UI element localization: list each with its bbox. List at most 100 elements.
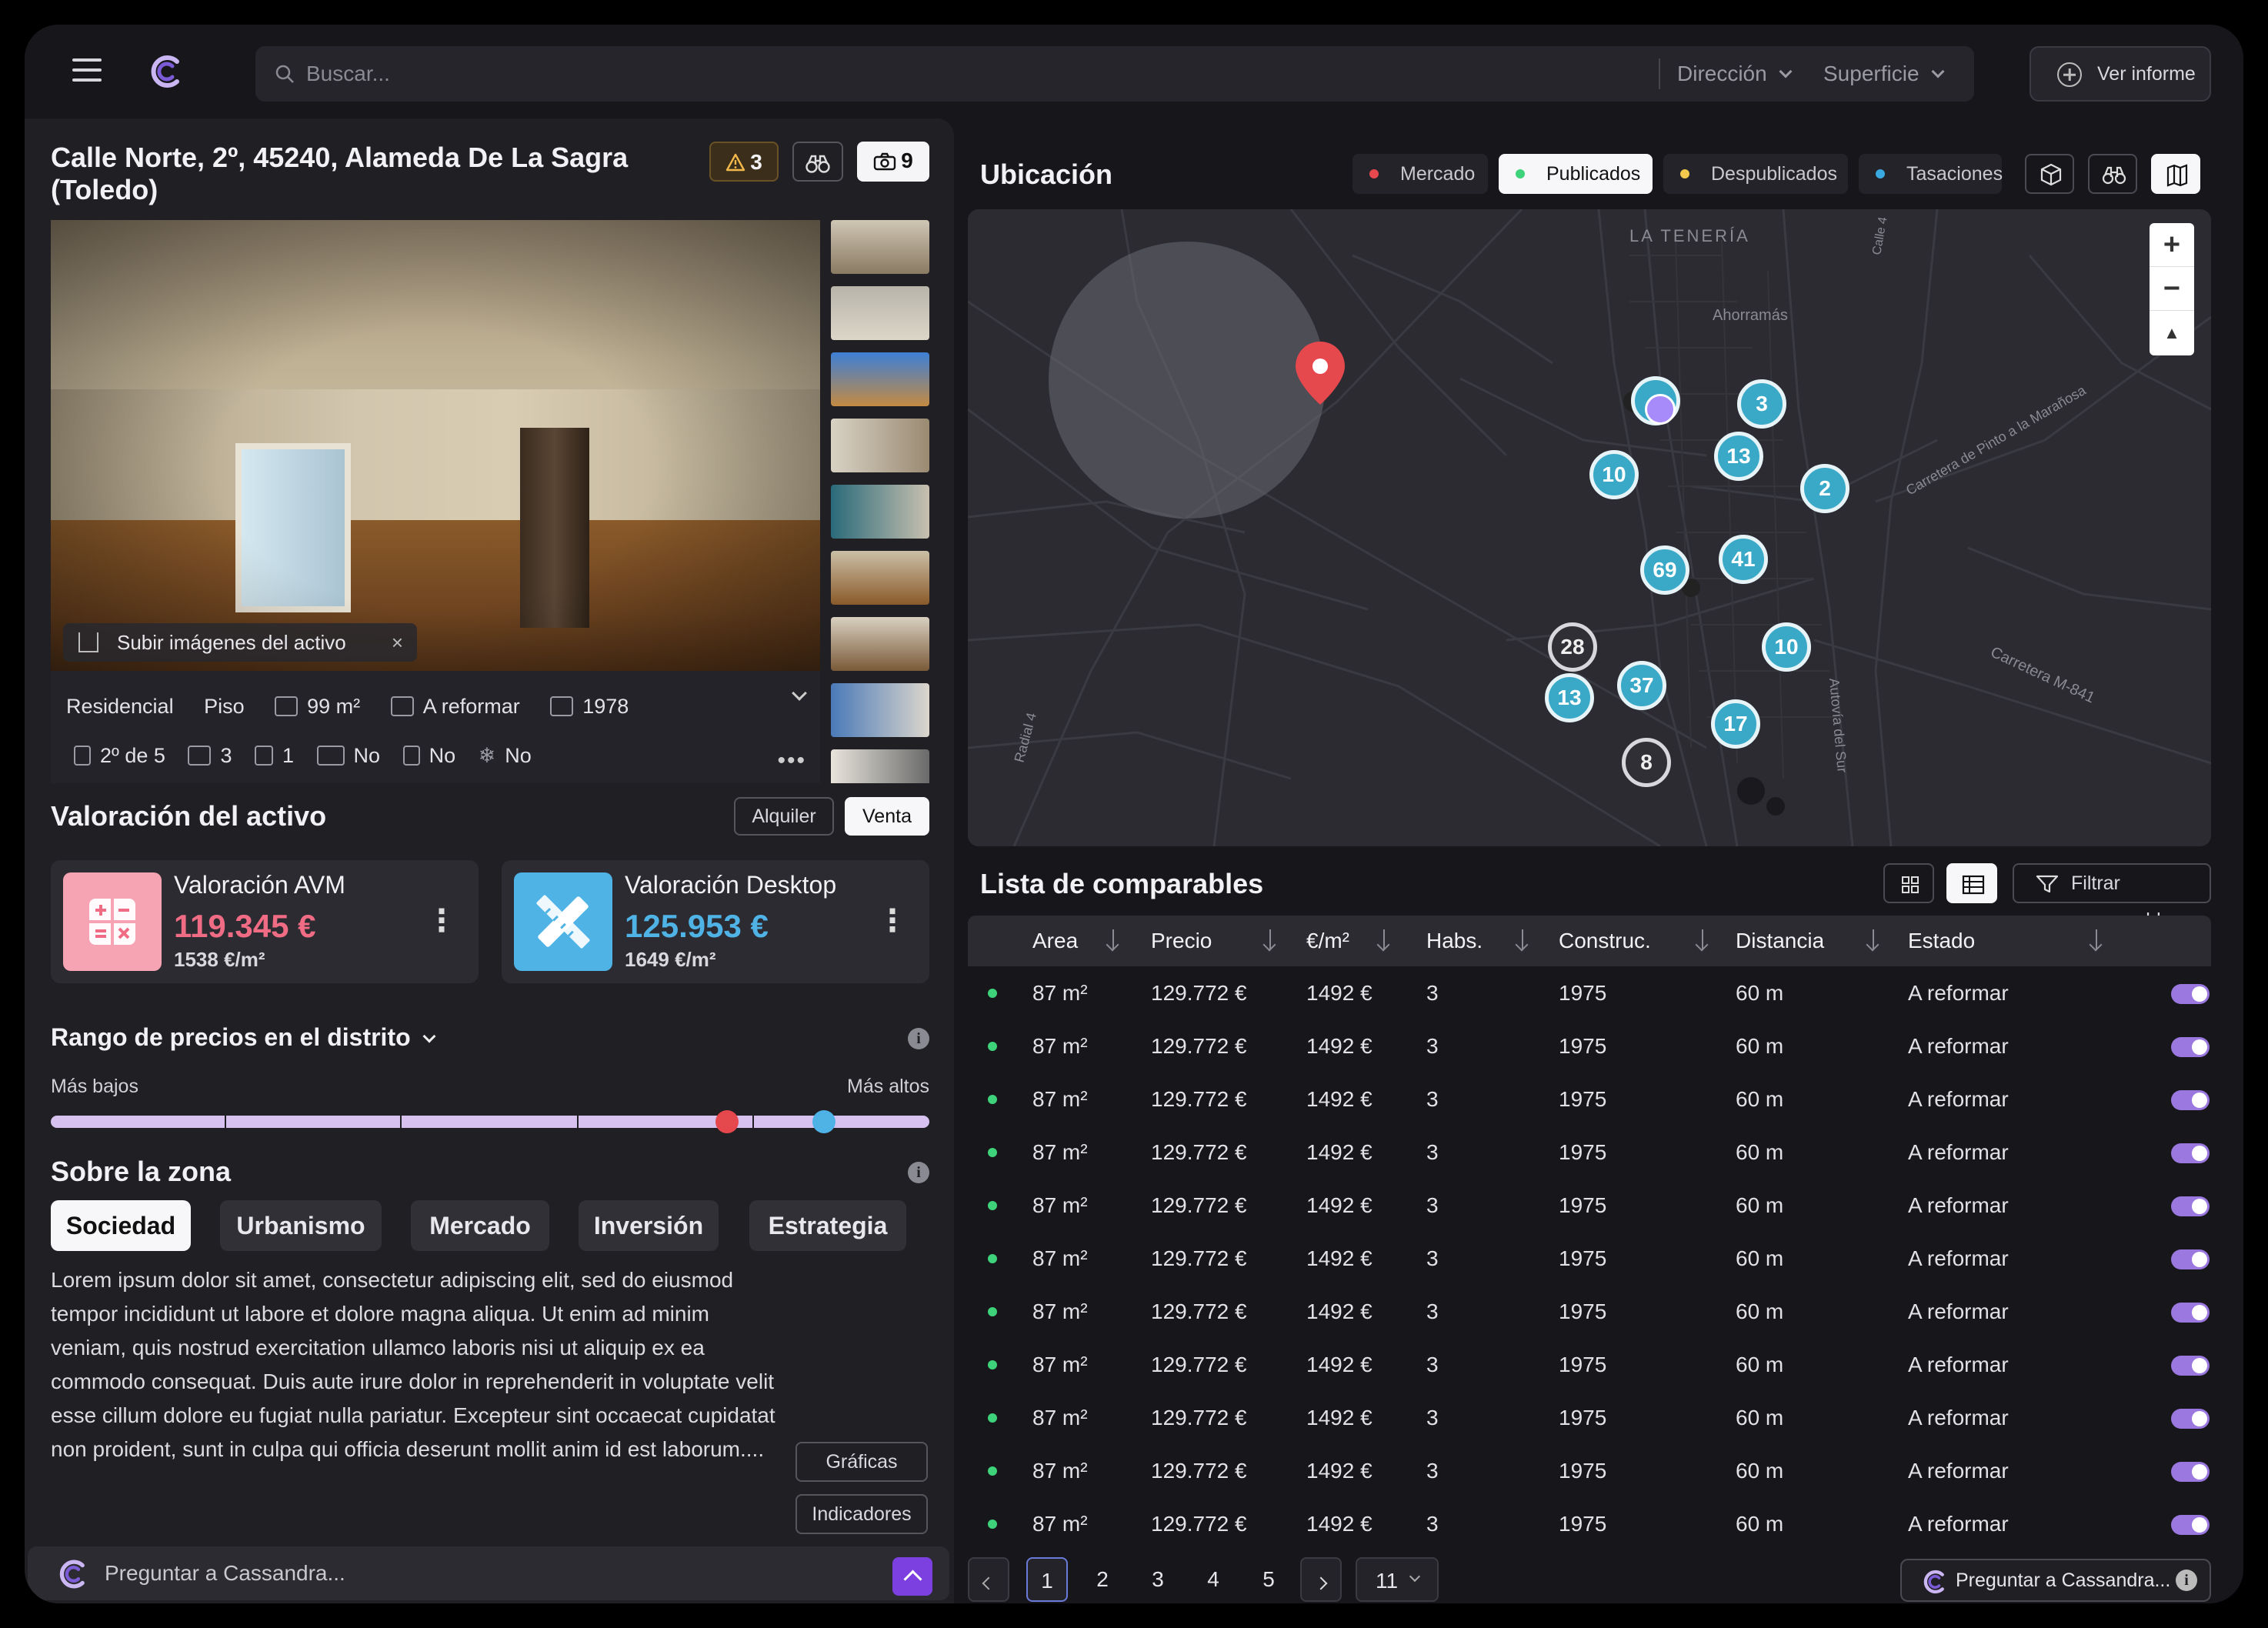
close-icon[interactable]: × [392,623,403,662]
kebab-menu-icon[interactable]: ⋮ [877,903,908,939]
photo-thumbnail[interactable] [831,551,929,605]
include-toggle[interactable] [2171,1409,2210,1429]
sort-arrow-icon[interactable] [1522,916,1529,966]
include-toggle[interactable] [2171,1037,2210,1057]
map-cluster[interactable]: 2 [1800,464,1849,513]
legend-mercado[interactable]: Mercado [1352,154,1488,194]
info-icon[interactable]: i [908,1162,929,1183]
map-cluster[interactable]: 28 [1548,622,1597,672]
photo-thumbnail[interactable] [831,485,929,539]
table-row[interactable]: 87 m² 129.772 € 1492 € 3 1975 60 m A reformar [968,1126,2211,1179]
photo-thumbnail[interactable] [831,352,929,406]
tab-estrategia[interactable]: Estrategia [749,1200,906,1251]
search-input[interactable] [306,46,1653,102]
table-row[interactable]: 87 m² 129.772 € 1492 € 3 1975 60 m A reformar [968,1232,2211,1285]
info-icon[interactable]: i [2176,1570,2197,1591]
sort-arrow-icon[interactable] [1269,916,1277,966]
tab-mercado[interactable]: Mercado [411,1200,549,1251]
photo-thumbnail[interactable] [831,683,929,737]
tab-inversion[interactable]: Inversión [579,1200,719,1251]
graficas-button[interactable]: Gráficas [795,1442,928,1482]
include-toggle[interactable] [2171,1515,2210,1535]
column-header-5[interactable]: Distancia [1736,916,1824,966]
3d-view-button[interactable] [2025,154,2074,194]
binoculars-button[interactable] [792,142,843,182]
photos-button[interactable]: 9 [857,142,929,182]
legend-publicados[interactable]: Publicados [1499,154,1653,194]
list-view-button[interactable] [1946,863,1997,903]
column-header-3[interactable]: Habs. [1426,916,1483,966]
column-header-1[interactable]: Precio [1151,916,1212,966]
table-row[interactable]: 87 m² 129.772 € 1492 € 3 1975 60 m A reformar [968,1073,2211,1126]
kebab-menu-icon[interactable]: ⋮ [426,903,457,939]
send-button[interactable] [892,1557,932,1596]
upload-images-button[interactable]: Subir imágenes del activo × [63,623,417,662]
ver-informe-button[interactable]: Ver informe [2030,46,2211,102]
map-cluster[interactable]: 41 [1719,535,1768,584]
tab-sociedad[interactable]: Sociedad [51,1200,191,1251]
sort-arrow-icon[interactable] [1383,916,1391,966]
photo-thumbnail[interactable] [831,749,929,783]
page-5[interactable]: 5 [1248,1557,1289,1602]
include-toggle[interactable] [2171,1249,2210,1269]
column-header-2[interactable]: €/m² [1306,916,1349,966]
column-header-6[interactable]: Estado [1908,916,1975,966]
include-toggle[interactable] [2171,1090,2210,1110]
table-row[interactable]: 87 m² 129.772 € 1492 € 3 1975 60 m A reformar [968,1497,2211,1550]
photo-thumbnail[interactable] [831,286,929,340]
include-toggle[interactable] [2171,1143,2210,1163]
grid-view-button[interactable] [1883,863,1934,903]
zoom-in-button[interactable]: + [2150,223,2194,267]
property-main-photo[interactable] [51,220,820,671]
filter-direccion-dropdown[interactable]: Dirección [1677,46,1793,102]
sort-arrow-icon[interactable] [1873,916,1880,966]
map-view-button[interactable] [2151,154,2200,194]
map-view[interactable]: LA TENERÍA Ahorramás Carretera de Pinto … [968,209,2211,846]
include-toggle[interactable] [2171,1462,2210,1482]
selected-cluster-dot[interactable] [1645,394,1676,425]
column-header-4[interactable]: Construc. [1559,916,1651,966]
table-row[interactable]: 87 m² 129.772 € 1492 € 3 1975 60 m A reformar [968,1444,2211,1497]
zoom-out-button[interactable]: − [2150,267,2194,311]
photo-thumbnail[interactable] [831,220,929,274]
table-row[interactable]: 87 m² 129.772 € 1492 € 3 1975 60 m A reformar [968,1019,2211,1073]
photo-thumbnail[interactable] [831,617,929,671]
map-cluster[interactable]: 69 [1640,545,1689,595]
page-1[interactable]: 1 [1026,1557,1068,1602]
range-title[interactable]: Rango de precios en el distrito [51,1023,436,1052]
tab-urbanismo[interactable]: Urbanismo [220,1200,382,1251]
next-page-button[interactable] [1300,1557,1342,1602]
page-3[interactable]: 3 [1137,1557,1179,1602]
map-cluster[interactable]: 37 [1617,661,1666,710]
legend-tasaciones[interactable]: Tasaciones [1859,154,2003,194]
sort-arrow-icon[interactable] [1702,916,1709,966]
compass-button[interactable]: ▲ [2150,311,2194,355]
toggle-alquiler[interactable]: Alquiler [734,797,834,836]
map-cluster[interactable]: 13 [1545,673,1594,722]
map-cluster[interactable]: 3 [1737,379,1786,429]
sort-arrow-icon[interactable] [1112,916,1120,966]
filter-comparables-button[interactable]: Filtrar comparables [2013,863,2211,931]
valuation-desktop-card[interactable]: Valoración Desktop 125.953 € 1649 €/m² ⋮ [502,860,929,983]
street-view-button[interactable] [2088,154,2137,194]
map-cluster[interactable]: 13 [1714,432,1763,481]
column-header-0[interactable]: Area [1032,916,1078,966]
map-cluster[interactable]: 8 [1622,738,1671,787]
table-row[interactable]: 87 m² 129.772 € 1492 € 3 1975 60 m A reformar [968,1338,2211,1391]
include-toggle[interactable] [2171,984,2210,1004]
toggle-venta[interactable]: Venta [845,797,929,836]
page-size-select[interactable]: 11 [1356,1557,1439,1602]
prev-page-button[interactable] [968,1557,1009,1602]
table-row[interactable]: 87 m² 129.772 € 1492 € 3 1975 60 m A reformar [968,1285,2211,1338]
ask-cassandra-input[interactable] [105,1546,797,1600]
include-toggle[interactable] [2171,1196,2210,1216]
filter-superficie-dropdown[interactable]: Superficie [1823,46,1945,102]
valuation-avm-card[interactable]: Valoración AVM 119.345 € 1538 €/m² ⋮ [51,860,479,983]
map-cluster[interactable]: 10 [1589,450,1639,499]
map-canvas[interactable]: LA TENERÍA Ahorramás Carretera de Pinto … [968,209,2211,846]
include-toggle[interactable] [2171,1303,2210,1323]
map-cluster[interactable]: 10 [1762,622,1811,672]
page-2[interactable]: 2 [1082,1557,1123,1602]
more-options-icon[interactable]: ••• [777,748,806,774]
legend-despublicados[interactable]: Despublicados [1663,154,1848,194]
